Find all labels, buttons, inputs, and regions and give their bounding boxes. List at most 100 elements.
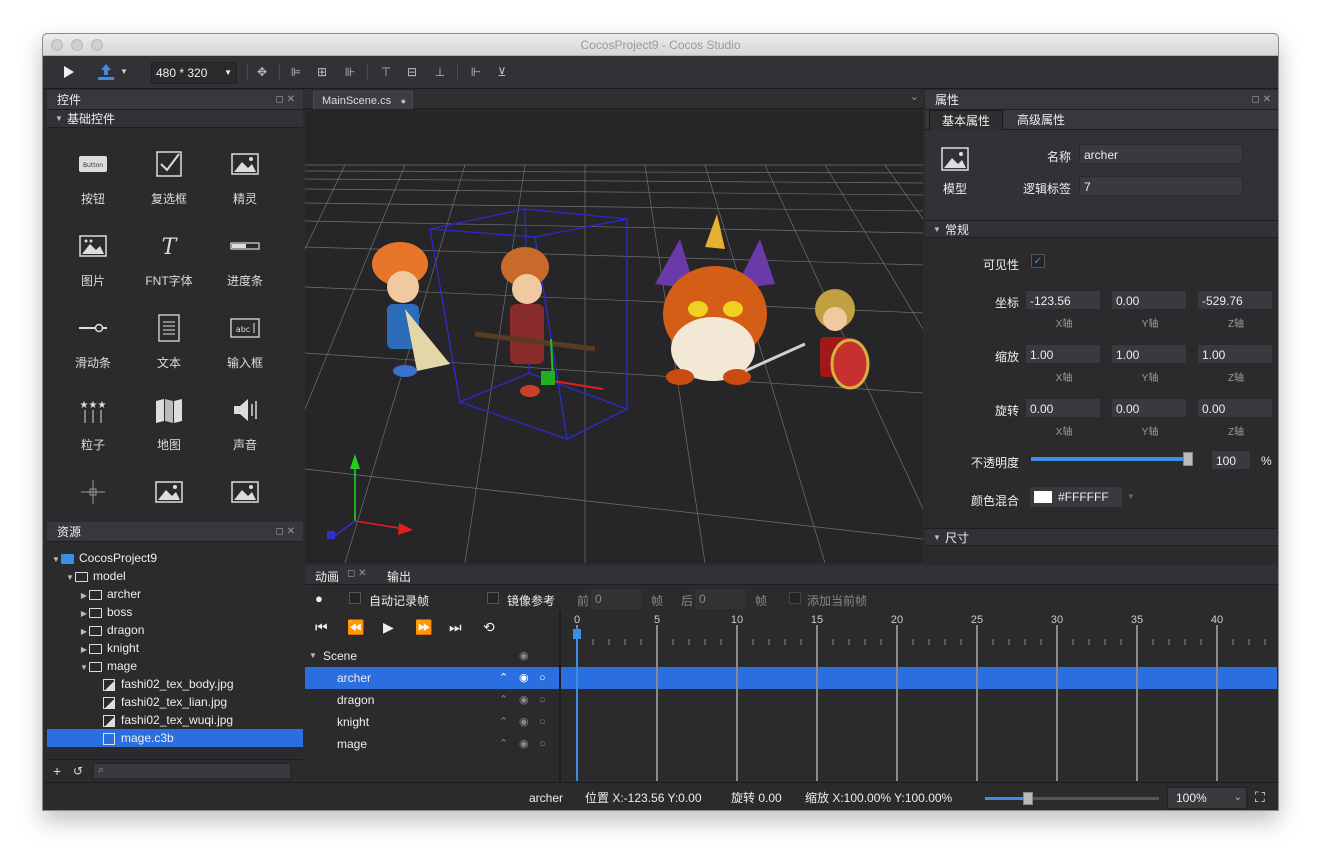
expanded-triangle-icon[interactable]: ▼ xyxy=(309,645,317,667)
eye-icon[interactable]: ◉ xyxy=(519,733,529,755)
panel-controls-icon[interactable]: ◻ ✕ xyxy=(276,90,295,110)
widget-particle[interactable]: ★★★ 粒子 xyxy=(55,390,131,470)
tree-item[interactable]: ▶ dragon xyxy=(47,621,303,639)
playhead-handle[interactable] xyxy=(573,629,581,639)
add-current-frame-checkbox[interactable] xyxy=(789,592,801,604)
tag-input[interactable]: 7 xyxy=(1079,176,1243,196)
tree-item[interactable]: fashi02_tex_wuqi.jpg xyxy=(47,711,303,729)
widget-sprite[interactable]: 精灵 xyxy=(207,144,283,224)
size-section[interactable]: ▼ 尺寸 xyxy=(925,528,1278,546)
name-input[interactable]: archer xyxy=(1079,144,1243,164)
widget-image[interactable]: 图片 xyxy=(55,226,131,306)
zoom-slider[interactable] xyxy=(985,792,1159,805)
tab-menu-chevron-icon[interactable]: ⌄ xyxy=(910,90,919,103)
tree-item[interactable]: ▶ archer xyxy=(47,585,303,603)
step-forward-icon[interactable]: ⏩ xyxy=(415,619,432,636)
tree-item[interactable]: fashi02_tex_lian.jpg xyxy=(47,693,303,711)
mage-character[interactable] xyxy=(372,242,450,377)
animation-track[interactable]: ▼ Scene ◉ xyxy=(305,645,559,667)
tab-basic-properties[interactable]: 基本属性 xyxy=(929,110,1004,130)
distribute-h-icon[interactable]: ⊩ xyxy=(467,62,485,82)
scene-viewport[interactable] xyxy=(305,109,923,563)
align-bottom-icon[interactable]: ⊥ xyxy=(431,62,449,82)
rotation-x-input[interactable]: 0.00 xyxy=(1025,398,1101,418)
panel-controls-icon[interactable]: ◻ ✕ xyxy=(347,568,366,579)
opacity-input[interactable]: 100 xyxy=(1211,450,1251,470)
close-window-button[interactable] xyxy=(51,39,63,51)
eye-icon[interactable]: ◉ xyxy=(519,667,529,689)
tab-close-icon[interactable]: ● xyxy=(401,92,406,110)
scale-y-input[interactable]: 1.00 xyxy=(1111,344,1187,364)
fit-view-icon[interactable]: ⛶ xyxy=(1255,789,1265,806)
tab-advanced-properties[interactable]: 高级属性 xyxy=(1005,110,1077,130)
widget-text[interactable]: 文本 xyxy=(131,308,207,388)
align-center-h-icon[interactable]: ⊞ xyxy=(313,62,331,82)
add-resource-icon[interactable]: + xyxy=(53,763,61,779)
skip-to-end-icon[interactable]: ⏭ xyxy=(449,619,462,636)
resolution-select[interactable]: 480 * 320 ▼ xyxy=(151,62,237,84)
visible-checkbox[interactable]: ✓ xyxy=(1031,254,1045,268)
publish-dropdown-icon[interactable]: ▼ xyxy=(119,62,129,82)
loop-icon[interactable]: ⟲ xyxy=(483,619,495,636)
onion-after-input[interactable]: 0 xyxy=(695,589,745,609)
widget-button[interactable]: Button 按钮 xyxy=(55,144,131,224)
panel-controls-icon[interactable]: ◻ ✕ xyxy=(1252,90,1271,110)
position-y-input[interactable]: 0.00 xyxy=(1111,290,1187,310)
rotation-y-input[interactable]: 0.00 xyxy=(1111,398,1187,418)
zoom-select[interactable]: 100% ⌄ xyxy=(1167,787,1247,809)
blend-dropdown-icon[interactable]: ▼ xyxy=(1127,492,1135,501)
distribute-v-icon[interactable]: ⊻ xyxy=(493,62,511,82)
opacity-slider-thumb[interactable] xyxy=(1183,452,1193,466)
animation-track[interactable]: dragon ⌃ ◉ ○ xyxy=(305,689,559,711)
widget-slider[interactable]: 滑动条 xyxy=(55,308,131,388)
tree-item[interactable]: ▶ knight xyxy=(47,639,303,657)
zoom-window-button[interactable] xyxy=(91,39,103,51)
chevron-up-icon[interactable]: ⌃ xyxy=(499,711,508,733)
record-icon[interactable]: ● xyxy=(315,591,323,606)
minimize-window-button[interactable] xyxy=(71,39,83,51)
onion-before-input[interactable]: 0 xyxy=(591,589,641,609)
panel-controls-icon[interactable]: ◻ ✕ xyxy=(276,522,295,542)
basic-widgets-section[interactable]: ▼ 基础控件 xyxy=(47,110,303,128)
zoom-slider-thumb[interactable] xyxy=(1023,792,1033,805)
tab-main-scene[interactable]: MainScene.cs ● xyxy=(313,91,413,109)
chevron-up-icon[interactable]: ⌃ xyxy=(499,733,508,755)
blend-color-picker[interactable]: #FFFFFF xyxy=(1029,486,1123,508)
position-x-input[interactable]: -123.56 xyxy=(1025,290,1101,310)
timeline[interactable]: 0 5 10 15 20 25 30 35 40 xyxy=(561,611,1277,781)
eye-icon[interactable]: ◉ xyxy=(519,711,529,733)
widget-progress-bar[interactable]: 进度条 xyxy=(207,226,283,306)
widget-input-box[interactable]: abc 输入框 xyxy=(207,308,283,388)
widget-checkbox[interactable]: 复选框 xyxy=(131,144,207,224)
opacity-slider-track[interactable] xyxy=(1031,452,1193,466)
lock-circle-icon[interactable]: ○ xyxy=(539,733,546,755)
tree-item[interactable]: fashi02_tex_body.jpg xyxy=(47,675,303,693)
skip-to-start-icon[interactable]: ⏮ xyxy=(315,619,328,636)
dragon-character[interactable] xyxy=(655,214,775,385)
animation-track[interactable]: mage ⌃ ◉ ○ xyxy=(305,733,559,755)
widget-sound[interactable]: 声音 xyxy=(207,390,283,470)
tree-item[interactable]: ▼ mage xyxy=(47,657,303,675)
position-z-input[interactable]: -529.76 xyxy=(1197,290,1273,310)
animation-track[interactable]: archer ⌃ ◉ ○ xyxy=(305,667,559,689)
tree-item[interactable]: ▶ boss xyxy=(47,603,303,621)
play-animation-icon[interactable]: ▶ xyxy=(383,619,394,636)
play-icon[interactable] xyxy=(61,62,77,82)
rotation-z-input[interactable]: 0.00 xyxy=(1197,398,1273,418)
eye-icon[interactable]: ◉ xyxy=(519,689,529,711)
lock-circle-icon[interactable]: ○ xyxy=(539,711,546,733)
publish-icon[interactable] xyxy=(97,62,115,82)
align-right-icon[interactable]: ⊪ xyxy=(341,62,359,82)
animation-track[interactable]: knight ⌃ ◉ ○ xyxy=(305,711,559,733)
tab-output[interactable]: 输出 xyxy=(387,568,411,585)
chevron-up-icon[interactable]: ⌃ xyxy=(499,667,508,689)
align-top-icon[interactable]: ⊤ xyxy=(377,62,395,82)
refresh-icon[interactable]: ↺ xyxy=(73,764,83,778)
auto-record-checkbox[interactable] xyxy=(349,592,361,604)
widget-fnt-font[interactable]: T FNT字体 xyxy=(131,226,207,306)
widget-map[interactable]: 地图 xyxy=(131,390,207,470)
general-section[interactable]: ▼ 常规 xyxy=(925,220,1278,238)
scale-z-input[interactable]: 1.00 xyxy=(1197,344,1273,364)
scale-x-input[interactable]: 1.00 xyxy=(1025,344,1101,364)
onion-skin-checkbox[interactable] xyxy=(487,592,499,604)
